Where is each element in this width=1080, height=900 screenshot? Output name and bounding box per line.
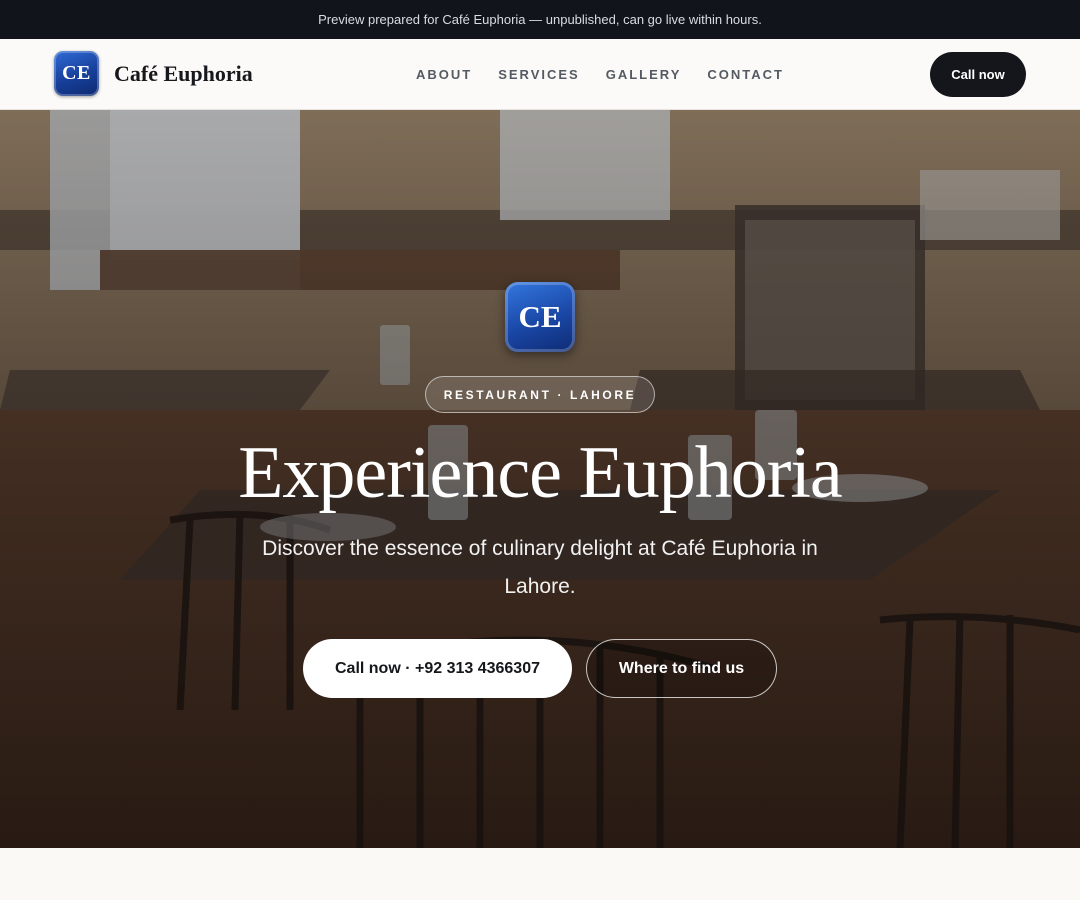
nav-item-gallery[interactable]: GALLERY xyxy=(606,67,682,82)
nav-item-about[interactable]: ABOUT xyxy=(416,67,472,82)
brand[interactable]: CE Café Euphoria xyxy=(54,51,253,96)
hero-logo-icon: CE xyxy=(505,282,575,352)
next-section xyxy=(0,848,1080,900)
hero-subtitle: Discover the essence of culinary delight… xyxy=(262,537,818,598)
announcement-text: Preview prepared for Café Euphoria — unp… xyxy=(318,12,762,27)
hero-title: Experience Euphoria xyxy=(238,432,843,514)
call-now-button[interactable]: Call now xyxy=(930,52,1026,97)
brand-name: Café Euphoria xyxy=(114,60,253,86)
find-us-button[interactable]: Where to find us xyxy=(586,639,777,698)
hero-section: CE RESTAURANT · LAHORE Experience Euphor… xyxy=(0,110,1080,848)
brand-logo-icon: CE xyxy=(54,51,99,96)
call-phone-button[interactable]: Call now · +92 313 4366307 xyxy=(303,639,572,698)
hero-content: CE RESTAURANT · LAHORE Experience Euphor… xyxy=(0,110,1080,848)
nav-item-services[interactable]: SERVICES xyxy=(498,67,580,82)
announcement-bar: Preview prepared for Café Euphoria — unp… xyxy=(0,0,1080,39)
main-nav: ABOUT SERVICES GALLERY CONTACT xyxy=(416,39,784,110)
location-badge: RESTAURANT · LAHORE xyxy=(425,376,655,413)
nav-item-contact[interactable]: CONTACT xyxy=(707,67,784,82)
site-header: CE Café Euphoria ABOUT SERVICES GALLERY … xyxy=(0,39,1080,110)
